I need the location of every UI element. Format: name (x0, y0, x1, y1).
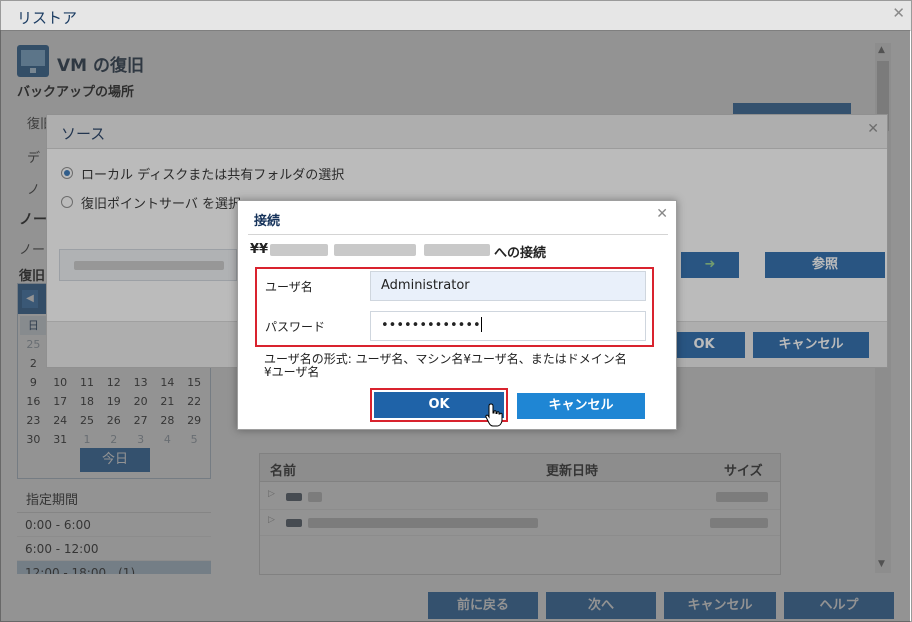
password-value: ••••••••••••• (381, 318, 481, 333)
username-label: ユーザ名 (265, 280, 313, 294)
hand-pointer-icon (485, 403, 503, 427)
divider (248, 234, 668, 235)
text-caret (480, 317, 482, 332)
connect-heading-prefix: ¥¥ (250, 242, 269, 257)
window-titlebar: リストア ✕ (1, 1, 911, 31)
username-field[interactable]: Administrator (370, 271, 646, 301)
redacted-host (270, 244, 328, 256)
password-field[interactable]: ••••••••••••• (370, 311, 646, 341)
redacted-host (334, 244, 416, 256)
password-label: パスワード (265, 320, 326, 334)
close-icon[interactable]: ✕ (892, 4, 905, 22)
username-format-hint: ユーザ名の形式: ユーザ名、マシン名¥ユーザ名、またはドメイン名¥ユーザ名 (264, 352, 627, 379)
redacted-host (424, 244, 490, 256)
cancel-button[interactable]: キャンセル (517, 393, 645, 419)
close-icon[interactable]: ✕ (656, 206, 668, 222)
connect-dialog-title: 接続 (254, 214, 281, 229)
username-value: Administrator (381, 278, 470, 293)
connect-dialog: 接続 ✕ ¥¥ への接続 ユーザ名 Administrator パスワード ••… (237, 200, 677, 430)
connect-heading-suffix: への接続 (494, 246, 547, 261)
window-title: リストア (17, 9, 78, 27)
